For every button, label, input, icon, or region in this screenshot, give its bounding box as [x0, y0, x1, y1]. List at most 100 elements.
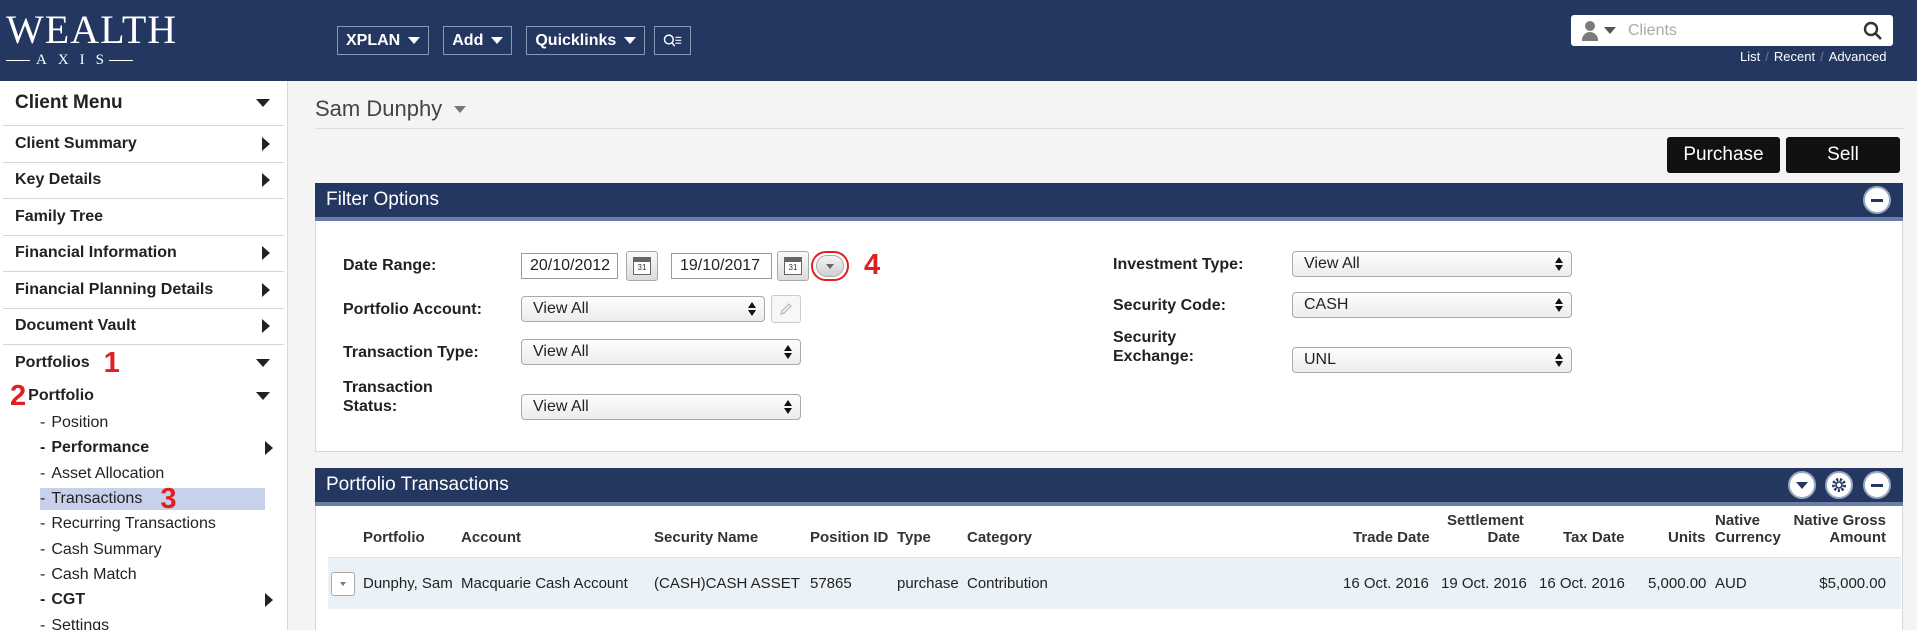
edit-account-button[interactable] [771, 295, 801, 323]
sidebar-subitem-label: CGT [51, 591, 86, 609]
sidebar-subitem-settings[interactable]: - Settings [0, 613, 287, 630]
caret-down-icon [491, 37, 504, 44]
bullet-dash: - [40, 565, 46, 583]
quicklinks-menu-label: Quicklinks [535, 31, 617, 49]
transaction-status-select[interactable]: View All [521, 394, 801, 420]
sidebar-item-label: Family Tree [15, 207, 104, 225]
cell-native-currency: AUD [1715, 575, 1747, 592]
cell-category: Contribution [967, 575, 1048, 592]
column-header-category[interactable]: Category [967, 529, 1032, 546]
select-value: View All [533, 300, 589, 317]
sidebar-subitem-cash-summary[interactable]: - Cash Summary [0, 537, 287, 562]
row-actions-button[interactable] [331, 572, 355, 596]
select-value: UNL [1304, 351, 1337, 368]
column-header-native-gross-amount[interactable]: Native Gross Amount [1789, 512, 1886, 546]
column-header-units[interactable]: Units [1668, 529, 1706, 546]
divider [315, 128, 1905, 129]
client-menu-title: Client Menu [15, 92, 123, 113]
annotation-marker: 2 [10, 380, 27, 412]
sidebar-item-document-vault[interactable]: Document Vault [3, 309, 284, 345]
sidebar-item-family-tree[interactable]: Family Tree [3, 199, 284, 236]
sidebar-subitem-label: Cash Summary [51, 540, 162, 558]
caret-down-icon[interactable] [1604, 27, 1616, 34]
sidebar-subitem-performance[interactable]: - Performance [0, 436, 287, 461]
sidebar-subitem-asset-allocation[interactable]: - Asset Allocation [0, 461, 287, 486]
portfolio-transactions-header: Portfolio Transactions [315, 468, 1903, 506]
add-menu-button[interactable]: Add [443, 26, 513, 55]
search-advanced-link[interactable]: Advanced [1829, 49, 1887, 64]
annotation-marker: 3 [160, 483, 177, 516]
expand-options-button[interactable] [1788, 471, 1816, 499]
table-row[interactable]: Dunphy, Sam Macquarie Cash Account (CASH… [328, 557, 1901, 609]
search-list-link[interactable]: List [1740, 49, 1760, 64]
annotation-marker: 4 [864, 249, 881, 281]
column-header-native-currency[interactable]: Native Currency [1715, 512, 1781, 546]
portfolio-transactions-body: Portfolio Account Security Name Position… [315, 506, 1903, 630]
cell-security-name: (CASH)CASH ASSET [654, 575, 800, 592]
chevron-right-icon [262, 319, 270, 334]
xplan-menu-button[interactable]: XPLAN [337, 26, 430, 55]
collapse-panel-button[interactable] [1863, 471, 1891, 499]
cell-tax-date: 16 Oct. 2016 [1539, 575, 1625, 592]
column-header-type[interactable]: Type [897, 529, 931, 546]
column-header-security-name[interactable]: Security Name [654, 529, 758, 546]
transaction-type-select[interactable]: View All [521, 339, 801, 365]
sidebar-subitem-position[interactable]: - Position [0, 411, 287, 436]
cell-units: 5,000.00 [1648, 575, 1707, 592]
security-code-select[interactable]: CASH [1292, 292, 1572, 318]
sidebar-subitem-recurring-transactions[interactable]: - Recurring Transactions [0, 512, 287, 537]
bullet-dash: - [40, 439, 46, 457]
client-name-dropdown[interactable]: Sam Dunphy [315, 96, 467, 122]
sidebar-subitem-transactions[interactable]: - Transactions 3 [0, 483, 287, 516]
column-header-portfolio[interactable]: Portfolio [363, 529, 425, 546]
column-header-account[interactable]: Account [461, 529, 521, 546]
portfolio-account-select[interactable]: View All [521, 296, 765, 322]
security-code-label: Security Code: [1113, 297, 1226, 314]
sidebar-item-client-summary[interactable]: Client Summary [3, 126, 284, 163]
collapse-panel-button[interactable] [1863, 186, 1891, 214]
security-exchange-select[interactable]: UNL [1292, 347, 1572, 373]
column-header-trade-date[interactable]: Trade Date [1353, 529, 1430, 546]
settings-button[interactable] [1825, 471, 1853, 499]
column-header-tax-date[interactable]: Tax Date [1563, 529, 1624, 546]
person-icon[interactable] [1581, 20, 1599, 41]
search-list-button[interactable] [654, 26, 692, 55]
column-header-settlement-date[interactable]: Settlement Date [1447, 512, 1524, 546]
sidebar-item-financial-planning-details[interactable]: Financial Planning Details [3, 272, 284, 309]
panel-title: Portfolio Transactions [326, 474, 509, 495]
date-from-field[interactable]: 20/10/2012 [521, 253, 618, 279]
calendar-icon: 31 [784, 257, 802, 275]
select-arrows-icon [748, 302, 756, 316]
cell-trade-date: 16 Oct. 2016 [1343, 575, 1429, 592]
purchase-button[interactable]: Purchase [1667, 137, 1780, 173]
sell-button[interactable]: Sell [1786, 137, 1900, 173]
sidebar-item-portfolio[interactable]: 2 Portfolio [3, 382, 284, 411]
date-to-field[interactable]: 19/10/2017 [671, 253, 772, 279]
client-menu-header[interactable]: Client Menu [3, 81, 284, 126]
select-arrows-icon [1555, 257, 1563, 271]
chevron-right-icon [262, 136, 270, 151]
column-header-position-id[interactable]: Position ID [810, 529, 888, 546]
investment-type-select[interactable]: View All [1292, 251, 1572, 277]
date-from-calendar-button[interactable]: 31 [626, 251, 658, 281]
sidebar-subitem-label: Transactions [51, 490, 143, 508]
sidebar-subitem-cash-match[interactable]: - Cash Match [0, 562, 287, 587]
sidebar-item-financial-information[interactable]: Financial Information [3, 236, 284, 272]
wealth-axis-logo[interactable]: WEALTH AXIS [6, 10, 191, 72]
caret-down-icon [624, 37, 637, 44]
add-menu-label: Add [452, 31, 484, 49]
sidebar-item-label: Client Summary [15, 134, 137, 152]
date-range-preset-dropdown[interactable] [811, 251, 849, 281]
sidebar-subitem-cgt[interactable]: - CGT [0, 588, 287, 613]
bullet-dash: - [40, 540, 46, 558]
quicklinks-menu-button[interactable]: Quicklinks [526, 26, 646, 55]
cell-native-gross-amount: $5,000.00 [1819, 575, 1886, 592]
sidebar-item-portfolios[interactable]: Portfolios 1 [3, 345, 284, 382]
date-to-calendar-button[interactable]: 31 [777, 251, 809, 281]
sidebar-item-key-details[interactable]: Key Details [3, 163, 284, 199]
cell-position-id: 57865 [810, 575, 852, 592]
client-search-input[interactable] [1628, 21, 1848, 40]
chevron-right-icon [265, 593, 273, 608]
search-icon[interactable] [1863, 21, 1883, 41]
search-recent-link[interactable]: Recent [1774, 49, 1815, 64]
